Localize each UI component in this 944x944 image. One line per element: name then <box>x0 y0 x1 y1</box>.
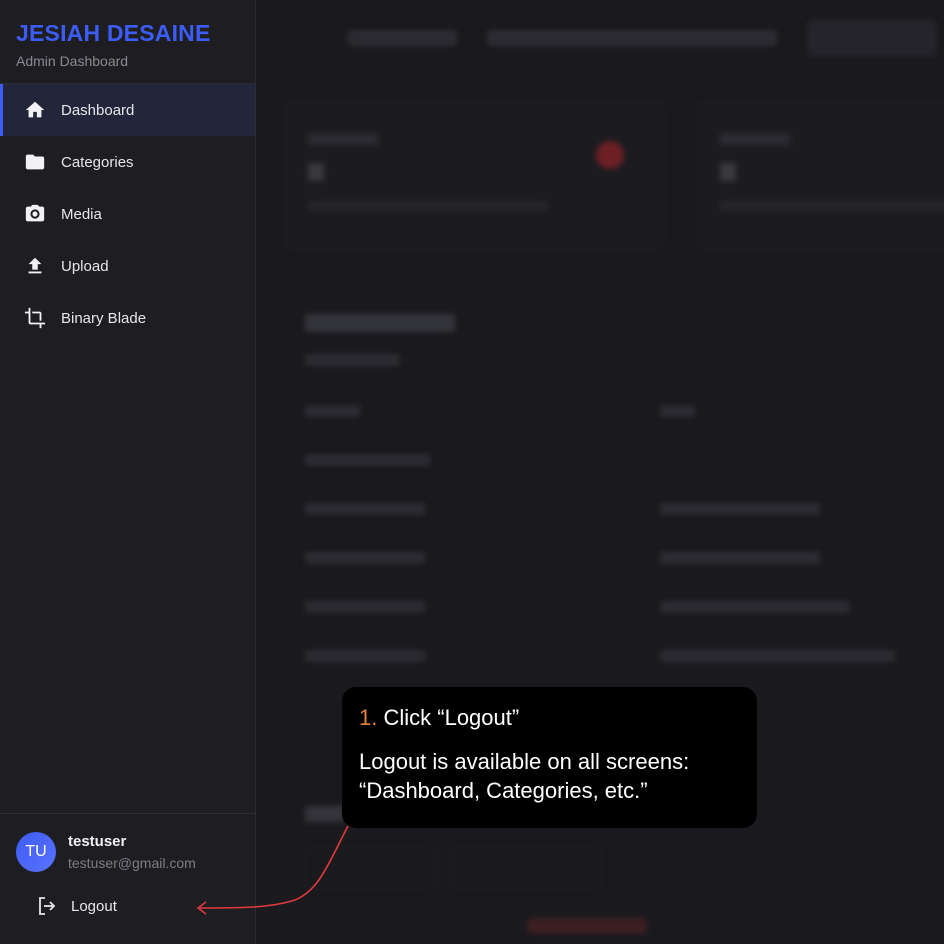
sidebar-item-label: Categories <box>61 153 134 171</box>
tooltip-step-title: 1. Click “Logout” <box>359 705 740 731</box>
sidebar-item-media[interactable]: Media <box>0 188 255 240</box>
sidebar-item-label: Upload <box>61 257 109 275</box>
user-panel: TU testuser testuser@gmail.com Logout <box>0 813 256 944</box>
blurred-card <box>285 100 665 250</box>
sidebar-item-categories[interactable]: Categories <box>0 136 255 188</box>
crop-icon <box>24 307 46 329</box>
brand-subtitle: Admin Dashboard <box>16 53 129 69</box>
logout-button[interactable]: Logout <box>35 894 256 918</box>
camera-icon <box>24 203 46 225</box>
avatar: TU <box>16 832 56 872</box>
user-info: testuser testuser@gmail.com <box>68 833 196 871</box>
tooltip-step-text: Click “Logout” <box>383 705 520 730</box>
sidebar-item-label: Binary Blade <box>61 309 147 327</box>
user-name: testuser <box>68 833 127 850</box>
sidebar-item-upload[interactable]: Upload <box>0 240 255 292</box>
upload-icon <box>24 255 46 277</box>
logout-label: Logout <box>71 897 117 915</box>
tutorial-tooltip: 1. Click “Logout” Logout is available on… <box>342 687 757 828</box>
sidebar: JESIAH DESAINE Admin Dashboard Dashboard… <box>0 0 256 944</box>
sidebar-item-dashboard[interactable]: Dashboard <box>0 84 255 136</box>
brand-title: JESIAH DESAINE <box>16 20 211 46</box>
logout-icon <box>39 897 56 915</box>
blurred-card <box>697 100 944 250</box>
user-profile: TU testuser testuser@gmail.com <box>0 814 256 872</box>
home-icon <box>24 99 46 121</box>
sidebar-item-label: Dashboard <box>61 101 135 119</box>
tooltip-body: Logout is available on all screens: “Das… <box>359 749 690 803</box>
blurred-topbar <box>347 20 937 56</box>
tooltip-step-number: 1. <box>359 705 378 730</box>
brand: JESIAH DESAINE Admin Dashboard <box>0 0 255 84</box>
sidebar-item-label: Media <box>61 205 102 223</box>
sidebar-nav: Dashboard Categories Media Upload Binary… <box>0 84 255 344</box>
blurred-activity <box>305 314 895 680</box>
folder-icon <box>24 151 46 173</box>
sidebar-item-binary-blade[interactable]: Binary Blade <box>0 292 255 344</box>
user-email: testuser@gmail.com <box>68 855 196 871</box>
